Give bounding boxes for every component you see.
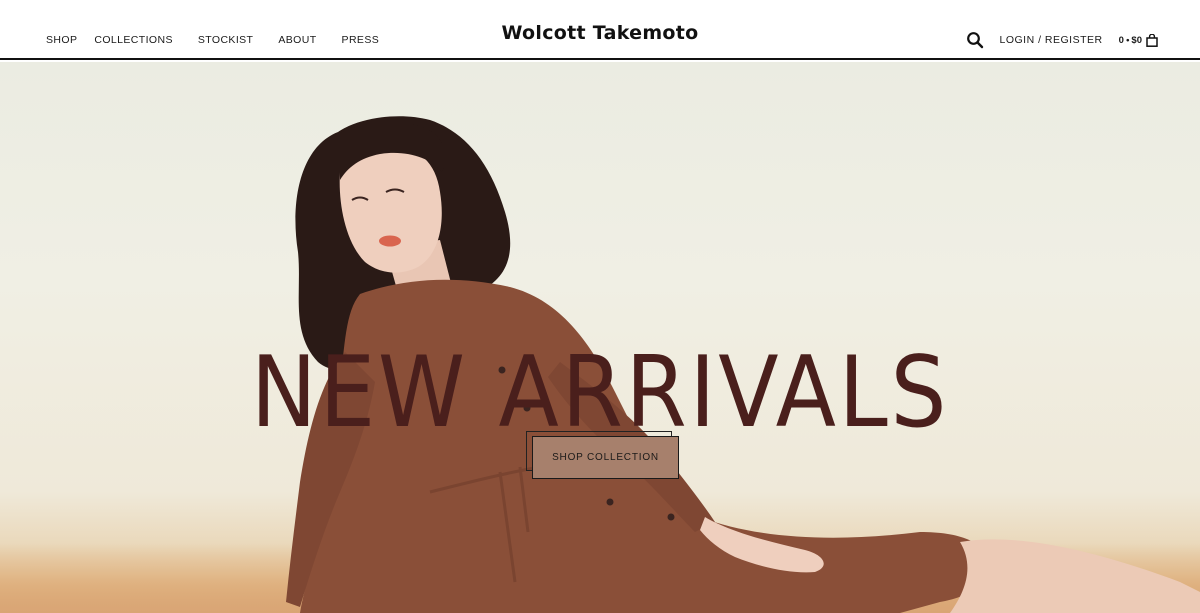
cart-separator: • bbox=[1126, 34, 1130, 46]
search-icon[interactable] bbox=[966, 31, 984, 49]
cart-count: 0 bbox=[1118, 34, 1125, 46]
hero-title: NEW ARRIVALS bbox=[250, 335, 950, 450]
hero-banner: NEW ARRIVALS SHOP COLLECTION bbox=[0, 62, 1200, 613]
cart-summary[interactable]: 0 • $0 bbox=[1118, 33, 1158, 47]
cart-total: $0 bbox=[1131, 34, 1142, 46]
shopping-bag-icon bbox=[1146, 33, 1158, 47]
site-header: SHOP COLLECTIONS STOCKIST ABOUT PRESS Wo… bbox=[0, 0, 1200, 60]
shop-collection-button-wrap: SHOP COLLECTION bbox=[526, 431, 680, 479]
login-register-link[interactable]: LOGIN / REGISTER bbox=[1000, 34, 1103, 46]
shop-collection-button[interactable]: SHOP COLLECTION bbox=[532, 436, 679, 479]
header-tools: LOGIN / REGISTER 0 • $0 bbox=[966, 31, 1159, 49]
